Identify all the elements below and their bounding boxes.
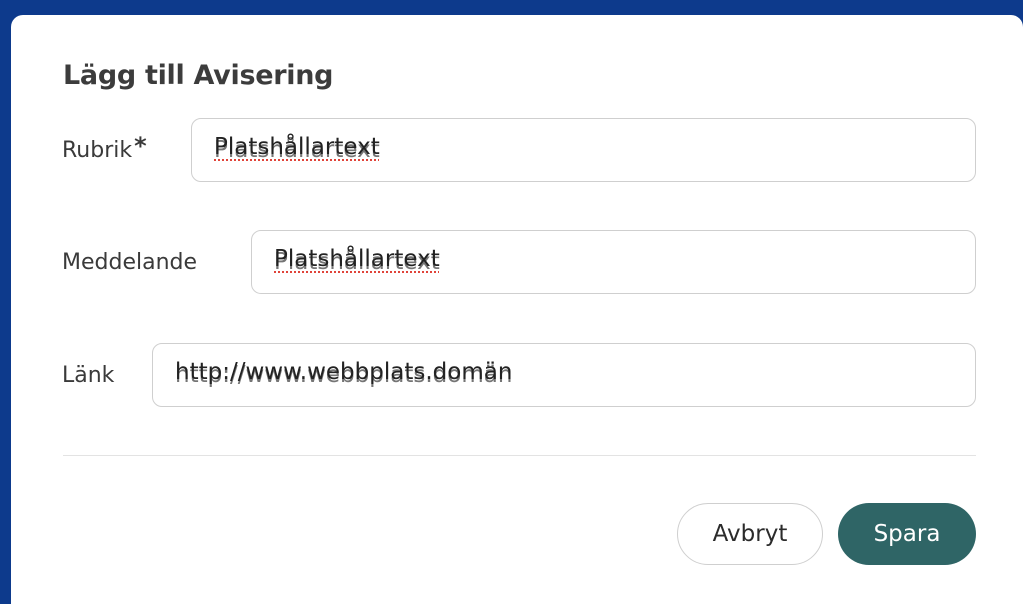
meddelande-label: Meddelande: [62, 250, 198, 275]
rubrik-input[interactable]: [191, 118, 976, 182]
meddelande-input[interactable]: [251, 230, 976, 294]
lank-input[interactable]: [152, 343, 976, 407]
add-notification-dialog: Lägg till Avisering Rubrik* Platshållart…: [11, 15, 1023, 604]
footer-divider: [63, 455, 976, 456]
cancel-button[interactable]: Avbryt: [677, 503, 823, 565]
lank-label: Länk: [62, 363, 115, 388]
rubrik-label: Rubrik*: [62, 132, 147, 163]
dialog-title: Lägg till Avisering: [63, 60, 334, 91]
required-asterisk: *: [134, 132, 147, 160]
save-button[interactable]: Spara: [838, 503, 976, 565]
